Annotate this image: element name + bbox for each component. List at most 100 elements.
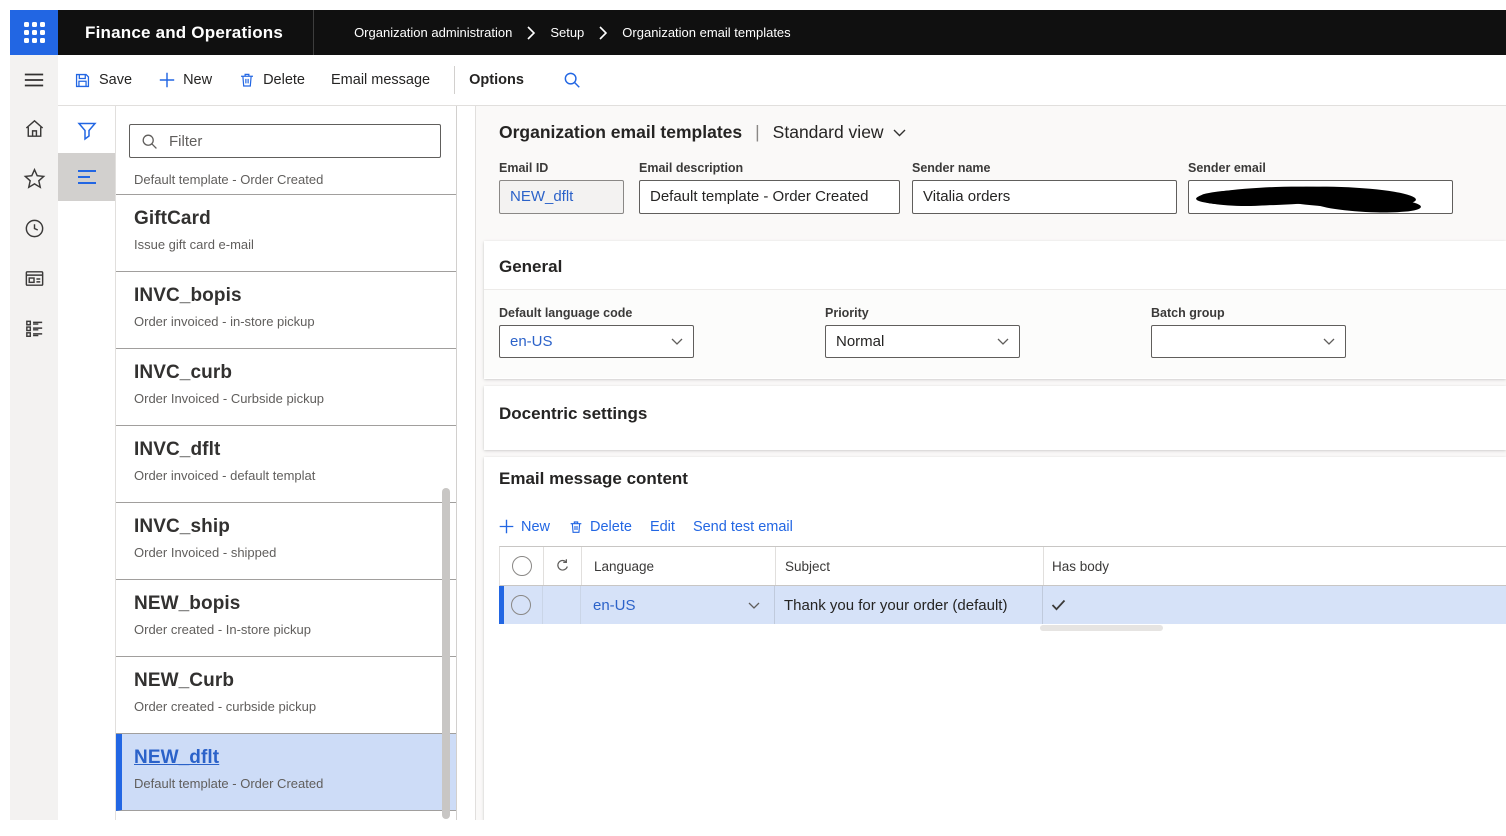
forms-window-icon[interactable] xyxy=(10,265,58,291)
grid-header-row: Language Subject Has body xyxy=(499,546,1506,586)
priority-dropdown[interactable]: Normal xyxy=(825,325,1020,358)
search-icon xyxy=(142,134,157,149)
batch-group-dropdown[interactable] xyxy=(1151,325,1346,358)
general-section: General Default language code en-US Prio… xyxy=(484,241,1506,379)
email-description-field[interactable]: Default template - Order Created xyxy=(639,180,900,214)
save-icon xyxy=(73,71,92,90)
row-language-dropdown[interactable]: en-US xyxy=(581,586,775,624)
top-navigation-bar: Finance and Operations Organization admi… xyxy=(10,10,1506,55)
send-test-email-button[interactable]: Send test email xyxy=(693,519,793,535)
plus-icon xyxy=(158,71,176,89)
list-item-title: INVC_bopis xyxy=(134,285,242,306)
default-language-dropdown[interactable]: en-US xyxy=(499,325,694,358)
breadcrumb-setup[interactable]: Setup xyxy=(550,25,584,40)
list-lines-icon xyxy=(75,168,99,186)
breadcrumb: Organization administration Setup Organi… xyxy=(354,25,791,40)
sender-email-field[interactable] xyxy=(1188,180,1453,214)
grid-action-bar: New Delete Edit Send test email xyxy=(498,518,1506,535)
grid-new-button[interactable]: New xyxy=(498,518,550,535)
email-id-label: Email ID xyxy=(499,161,549,175)
list-item-desc: Default template - Order Created xyxy=(134,776,324,791)
panel-gutter xyxy=(457,106,475,820)
chevron-down-icon xyxy=(748,602,760,609)
list-item-clipped[interactable]: Default template - Order Created xyxy=(116,158,456,195)
email-message-menu[interactable]: Email message xyxy=(331,72,430,88)
docentric-section: Docentric settings xyxy=(484,386,1506,450)
app-window: Finance and Operations Organization admi… xyxy=(10,10,1506,820)
chevron-right-icon xyxy=(527,25,536,40)
list-item[interactable]: INVC_curb Order Invoiced - Curbside pick… xyxy=(116,349,456,426)
filter-input[interactable] xyxy=(167,131,440,151)
list-item-title: NEW_dflt xyxy=(134,747,220,768)
title-separator: | xyxy=(755,122,760,142)
app-launcher-button[interactable] xyxy=(10,10,58,55)
grid-edit-button[interactable]: Edit xyxy=(650,519,675,535)
email-id-field[interactable]: NEW_dflt xyxy=(499,180,624,214)
home-icon[interactable] xyxy=(10,115,58,141)
workspaces-list-icon[interactable] xyxy=(10,315,58,341)
list-item-title: INVC_curb xyxy=(134,362,233,383)
list-item[interactable]: INVC_ship Order Invoiced - shipped xyxy=(116,503,456,580)
list-scrollbar-thumb[interactable] xyxy=(442,488,450,819)
list-item-desc: Order created - In-store pickup xyxy=(134,622,312,637)
batch-group-label: Batch group xyxy=(1151,306,1225,320)
redaction-scribble xyxy=(1196,186,1421,213)
list-item[interactable]: NEW_Curb Order created - curbside pickup xyxy=(116,657,456,734)
sender-email-label: Sender email xyxy=(1188,161,1266,175)
row-has-body-cell xyxy=(1043,586,1506,624)
template-list-panel: Default template - Order Created GiftCar… xyxy=(116,106,457,820)
list-filter-field[interactable] xyxy=(129,124,441,158)
breadcrumb-page[interactable]: Organization email templates xyxy=(622,25,790,40)
list-item[interactable]: GiftCard Issue gift card e-mail xyxy=(116,195,456,272)
delete-button[interactable]: Delete xyxy=(238,71,305,89)
favorites-star-icon[interactable] xyxy=(10,165,58,191)
row-select-circle[interactable] xyxy=(510,595,531,615)
grid-row-selected[interactable]: en-US Thank you for your order (default) xyxy=(499,586,1506,624)
trash-icon xyxy=(568,519,584,535)
list-item[interactable]: INVC_dflt Order invoiced - default templ… xyxy=(116,426,456,503)
hamburger-menu-icon[interactable] xyxy=(10,67,58,93)
general-section-header[interactable]: General xyxy=(484,241,1506,290)
trash-icon xyxy=(238,71,256,89)
column-header-subject[interactable]: Subject xyxy=(776,547,1044,585)
grid-hscrollbar-thumb[interactable] xyxy=(1040,625,1163,631)
list-item-desc: Order Invoiced - shipped xyxy=(134,545,277,560)
waffle-icon xyxy=(23,22,45,43)
docentric-section-header[interactable]: Docentric settings xyxy=(484,386,1506,424)
list-item[interactable]: NEW_bopis Order created - In-store picku… xyxy=(116,580,456,657)
list-view-button-selected[interactable] xyxy=(58,153,115,201)
list-item-title: NEW_Curb xyxy=(134,670,235,691)
list-item-desc: Order Invoiced - Curbside pickup xyxy=(134,391,325,406)
list-item-selected[interactable]: NEW_dflt Default template - Order Create… xyxy=(116,734,456,811)
breadcrumb-module[interactable]: Organization administration xyxy=(354,25,512,40)
save-button[interactable]: Save xyxy=(73,71,132,90)
sender-name-label: Sender name xyxy=(912,161,991,175)
chevron-down-icon xyxy=(1323,338,1335,345)
new-button[interactable]: New xyxy=(158,71,212,89)
search-icon xyxy=(562,70,582,90)
column-header-has-body[interactable]: Has body xyxy=(1044,547,1506,585)
list-item-desc: Order created - curbside pickup xyxy=(134,699,317,714)
refresh-icon[interactable] xyxy=(544,547,582,585)
recent-clock-icon[interactable] xyxy=(10,215,58,241)
list-item-title: INVC_dflt xyxy=(134,439,221,460)
options-menu[interactable]: Options xyxy=(469,72,524,88)
select-all-circle[interactable] xyxy=(511,556,532,576)
left-nav-rail xyxy=(10,55,58,820)
email-content-section-header: Email message content xyxy=(499,469,688,488)
sender-name-field[interactable]: Vitalia orders xyxy=(912,180,1177,214)
grid-delete-button[interactable]: Delete xyxy=(568,519,632,535)
chevron-right-icon xyxy=(599,25,608,40)
search-button[interactable] xyxy=(562,70,582,90)
chevron-down-icon xyxy=(997,338,1009,345)
app-title: Finance and Operations xyxy=(85,22,284,42)
priority-label: Priority xyxy=(825,306,869,320)
chevron-down-icon xyxy=(671,338,683,345)
list-view-selector-panel xyxy=(58,106,116,820)
view-selector[interactable]: Standard view xyxy=(773,122,906,143)
column-header-language[interactable]: Language xyxy=(582,547,776,585)
plus-icon xyxy=(498,518,515,535)
list-item-desc: Default template - Order Created xyxy=(134,172,324,187)
filter-pane-button[interactable] xyxy=(58,116,115,146)
list-item[interactable]: INVC_bopis Order invoiced - in-store pic… xyxy=(116,272,456,349)
